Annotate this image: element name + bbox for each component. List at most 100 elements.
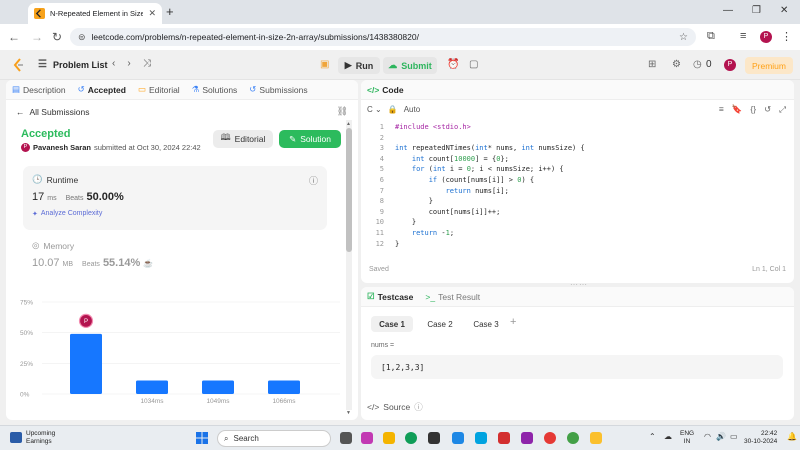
tab-description[interactable]: ▤ Description bbox=[12, 84, 66, 95]
code-editor[interactable]: 1 #include <stdio.h> 2 3 int repeatedNTimes(… bbox=[361, 122, 794, 249]
author-name[interactable]: Pavanesh Saran bbox=[33, 143, 91, 152]
debug-icon[interactable]: ▣ bbox=[320, 59, 329, 70]
tab-accepted[interactable]: ↺ Accepted bbox=[78, 84, 126, 95]
user-avatar[interactable]: P bbox=[724, 59, 736, 71]
edge-icon[interactable] bbox=[405, 432, 417, 444]
memory-title[interactable]: ◎ Memory bbox=[32, 240, 74, 251]
code-line[interactable]: 2 bbox=[361, 133, 794, 144]
teams-icon[interactable] bbox=[521, 432, 533, 444]
chart-bar[interactable] bbox=[202, 380, 234, 394]
format-icon[interactable]: ≡ bbox=[719, 104, 724, 115]
reset-icon[interactable]: ↺ bbox=[764, 104, 771, 115]
tab-editorial[interactable]: ▭ Editorial bbox=[138, 84, 180, 95]
minimize-icon[interactable]: — bbox=[723, 5, 733, 16]
notes-icon[interactable]: ▢ bbox=[469, 59, 478, 70]
browser-menu-icon[interactable]: ⋮ bbox=[781, 30, 792, 43]
close-tab-icon[interactable]: ✕ bbox=[148, 8, 156, 19]
code-line[interactable]: 12} bbox=[361, 239, 794, 250]
scroll-down-icon[interactable]: ▼ bbox=[346, 410, 351, 416]
tab-test-result[interactable]: >_ Test Result bbox=[425, 292, 480, 302]
code-line[interactable]: 11 return -1; bbox=[361, 228, 794, 239]
code-line[interactable]: 3 int repeatedNTimes(int* nums, int numsS… bbox=[361, 143, 794, 154]
browser-profile-avatar[interactable]: P bbox=[760, 31, 772, 43]
help-icon[interactable]: ⓘ bbox=[414, 401, 423, 413]
editorial-button[interactable]: 🕮 Editorial bbox=[213, 130, 273, 148]
tray-chevron-icon[interactable]: ⌃ bbox=[649, 432, 656, 441]
premium-button[interactable]: Premium bbox=[745, 57, 793, 74]
run-button[interactable]: ▶ Run bbox=[338, 57, 380, 74]
copilot-icon[interactable] bbox=[361, 432, 373, 444]
chrome-icon[interactable] bbox=[544, 432, 556, 444]
back-icon[interactable]: ← bbox=[8, 30, 20, 44]
code-line[interactable]: 4 int count[10000] = {0}; bbox=[361, 154, 794, 165]
tab-testcase[interactable]: ☑ Testcase bbox=[367, 291, 413, 302]
leetcode-logo-icon[interactable] bbox=[12, 58, 24, 72]
reload-icon[interactable]: ↻ bbox=[52, 30, 62, 44]
chrome-profile-icon[interactable] bbox=[567, 432, 579, 444]
code-line[interactable]: 8 } bbox=[361, 196, 794, 207]
notes-app-icon[interactable] bbox=[590, 432, 602, 444]
file-explorer-icon[interactable] bbox=[383, 432, 395, 444]
language-select[interactable]: C ⌄ bbox=[367, 105, 382, 114]
tab-search-icon[interactable]: ≡ bbox=[740, 30, 746, 42]
problem-list-button[interactable]: ☰ Problem List bbox=[38, 59, 107, 70]
source-toggle[interactable]: </> Source ⓘ bbox=[367, 401, 423, 413]
nums-input[interactable]: [1,2,3,3] bbox=[371, 355, 783, 379]
random-problem-icon[interactable]: ⤨ bbox=[143, 58, 151, 69]
add-case-icon[interactable]: + bbox=[510, 316, 516, 328]
code-line[interactable]: 5 for (int i = 0; i < numsSize; i++) { bbox=[361, 164, 794, 175]
code-line[interactable]: 10 } bbox=[361, 217, 794, 228]
next-problem-icon[interactable]: › bbox=[127, 58, 130, 69]
code-line[interactable]: 6 if (count[nums[i]] > 0) { bbox=[361, 175, 794, 186]
chart-bar[interactable] bbox=[136, 380, 168, 394]
maximize-icon[interactable]: ❐ bbox=[752, 5, 761, 16]
settings-gear-icon[interactable]: ⚙ bbox=[672, 59, 681, 70]
case-1-tab[interactable]: Case 1 bbox=[371, 316, 413, 332]
mcafee-icon[interactable] bbox=[498, 432, 510, 444]
extensions-icon[interactable]: ⧉ bbox=[707, 30, 715, 43]
bookmark-star-icon[interactable]: ☆ bbox=[679, 32, 688, 43]
input-language[interactable]: ENG IN bbox=[680, 430, 694, 446]
case-2-tab[interactable]: Case 2 bbox=[419, 316, 461, 332]
left-scrollbar-thumb[interactable] bbox=[346, 128, 352, 252]
chart-bar[interactable] bbox=[70, 333, 102, 394]
submit-button[interactable]: ☁ Submit bbox=[383, 57, 437, 74]
close-window-icon[interactable]: ✕ bbox=[780, 5, 788, 16]
chart-bar[interactable] bbox=[268, 380, 300, 394]
code-line[interactable]: 7 return nums[i]; bbox=[361, 186, 794, 197]
site-info-icon[interactable]: ⊜ bbox=[78, 32, 86, 43]
layout-icon[interactable]: ⊞ bbox=[648, 59, 656, 70]
tab-solutions[interactable]: ⚗ Solutions bbox=[192, 84, 238, 95]
notification-bell-icon[interactable]: 🔔 bbox=[787, 432, 797, 441]
tab-submissions[interactable]: ↺ Submissions bbox=[249, 84, 307, 95]
browser-tab[interactable]: N-Repeated Element in Size 2N Ar ✕ bbox=[28, 3, 162, 24]
all-submissions-link[interactable]: ← All Submissions bbox=[16, 107, 90, 117]
store-icon[interactable] bbox=[428, 432, 440, 444]
analyze-complexity-link[interactable]: ✦ Analyze Complexity bbox=[32, 210, 102, 218]
windows-start-icon[interactable] bbox=[196, 432, 208, 444]
info-icon[interactable]: ⓘ bbox=[309, 174, 318, 187]
prev-problem-icon[interactable]: ‹ bbox=[112, 58, 115, 69]
timer-icon[interactable]: ⏰ bbox=[447, 59, 459, 70]
runtime-card[interactable]: 🕒 Runtime ⓘ 17 ms Beats 50.00% ✦ Analyze… bbox=[23, 166, 327, 230]
wifi-icon[interactable]: ◠ bbox=[704, 432, 711, 441]
code-line[interactable]: 1 #include <stdio.h> bbox=[361, 122, 794, 133]
share-link-icon[interactable]: ⛓ bbox=[337, 106, 348, 117]
code-line[interactable]: 9 count[nums[i]]++; bbox=[361, 207, 794, 218]
scroll-up-icon[interactable]: ▲ bbox=[346, 121, 351, 127]
photos-icon[interactable] bbox=[452, 432, 464, 444]
taskbar-search[interactable]: ⌕ Search bbox=[217, 430, 331, 447]
expand-icon[interactable]: ⤢ bbox=[779, 104, 786, 115]
url-field[interactable]: ⊜ leetcode.com/problems/n-repeated-eleme… bbox=[70, 28, 696, 46]
streak-flame-icon[interactable]: ◷ bbox=[693, 59, 702, 70]
solution-button[interactable]: ✎ Solution bbox=[279, 130, 341, 148]
braces-icon[interactable]: {} bbox=[750, 104, 756, 115]
bookmark-icon[interactable]: 🔖 bbox=[732, 104, 743, 115]
forward-icon[interactable]: → bbox=[31, 30, 43, 44]
weather-widget[interactable]: Upcoming Earnings bbox=[10, 430, 55, 446]
left-scrollbar[interactable] bbox=[346, 120, 352, 410]
app-icon[interactable] bbox=[475, 432, 487, 444]
system-clock[interactable]: 22:42 30-10-2024 bbox=[744, 430, 777, 446]
case-3-tab[interactable]: Case 3 bbox=[465, 316, 507, 332]
new-tab-icon[interactable]: + bbox=[166, 4, 174, 19]
